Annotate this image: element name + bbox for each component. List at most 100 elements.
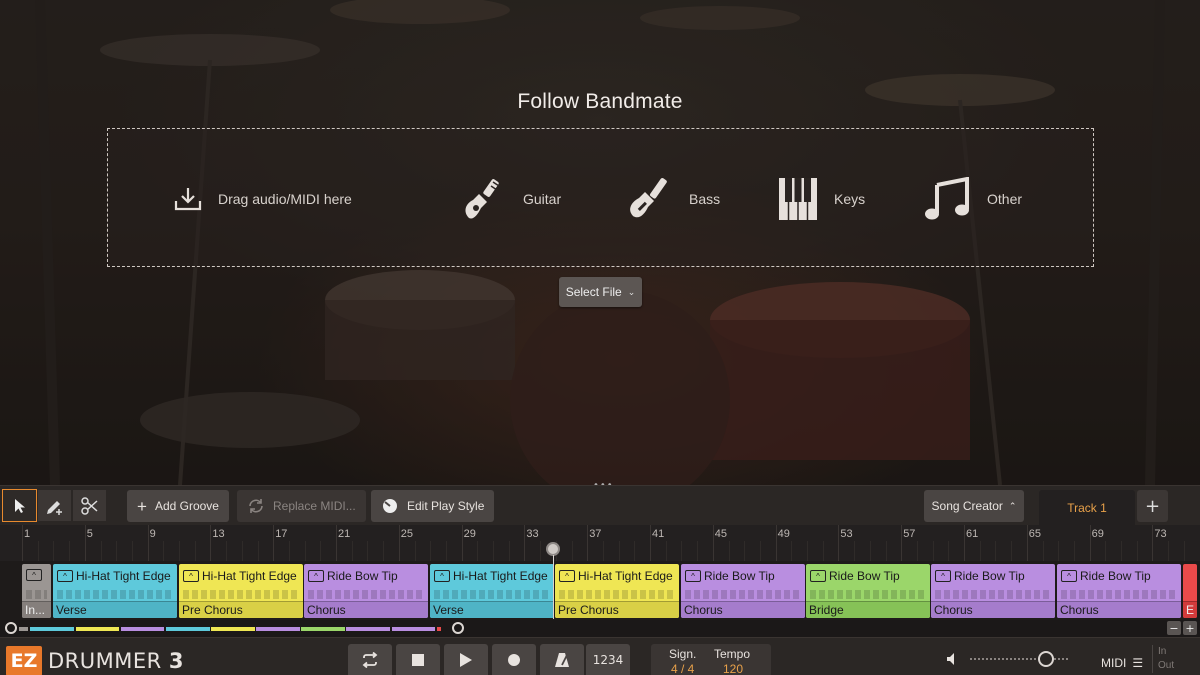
- volume-slider[interactable]: [970, 651, 1070, 667]
- zoom-in-button[interactable]: +: [1183, 621, 1197, 635]
- ruler-minor-tick: [241, 541, 243, 561]
- instrument-keys-button[interactable]: Keys: [778, 178, 865, 220]
- groove-clip[interactable]: ^ Hi-Hat Tight Edge Verse: [430, 564, 554, 618]
- drag-audio-midi-area[interactable]: Drag audio/MIDI here: [174, 179, 352, 219]
- groove-clip[interactable]: ^ Hi-Hat Tight Edge Pre Chorus: [555, 564, 679, 618]
- clip-collapse-icon[interactable]: ^: [434, 570, 450, 582]
- play-style-knob-icon: [383, 499, 397, 513]
- edit-tool-group: [2, 489, 107, 522]
- pointer-tool-button[interactable]: [2, 489, 37, 522]
- instrument-other-button[interactable]: Other: [923, 177, 1022, 220]
- clip-collapse-icon[interactable]: ^: [308, 570, 324, 582]
- song-overview-scrollbar[interactable]: − +: [0, 620, 1200, 637]
- overview-section-bar: [19, 627, 29, 631]
- replace-midi-button[interactable]: Replace MIDI...: [237, 490, 366, 522]
- play-button[interactable]: [444, 644, 488, 675]
- overview-section-bar: [436, 627, 441, 631]
- drum-track-lane[interactable]: ^ In... ^ Hi-Hat Tight Edge Verse ^ Hi-Hat Tig…: [0, 561, 1200, 620]
- track-tab[interactable]: Track 1: [1039, 490, 1135, 526]
- loop-button[interactable]: [348, 644, 392, 675]
- metronome-icon: [555, 653, 569, 667]
- zoom-out-button[interactable]: −: [1167, 621, 1181, 635]
- edit-play-style-label: Edit Play Style: [407, 499, 485, 513]
- instrument-guitar-button[interactable]: Guitar: [461, 179, 561, 219]
- clip-collapse-icon[interactable]: ^: [559, 570, 575, 582]
- groove-clip[interactable]: ^ Hi-Hat Tight Edge Pre Chorus: [179, 564, 303, 618]
- midi-label: MIDI: [1101, 656, 1127, 670]
- ruler-bar-number: 45: [714, 528, 728, 540]
- ruler-bar-number: 61: [966, 528, 979, 540]
- pencil-tool-button[interactable]: [37, 489, 72, 522]
- clip-header: ^ Ride Bow Tip: [935, 569, 1025, 583]
- volume-slider-knob[interactable]: [1038, 651, 1054, 667]
- instrument-bass-button[interactable]: Bass: [627, 178, 720, 219]
- ruler-minor-tick: [37, 541, 39, 561]
- ruler-minor-tick: [69, 541, 71, 561]
- clip-collapse-icon[interactable]: ^: [183, 570, 199, 582]
- clip-song-part-label[interactable]: Verse: [430, 601, 554, 618]
- ruler-minor-tick: [979, 541, 981, 561]
- overview-end-handle[interactable]: [452, 622, 464, 634]
- groove-clip[interactable]: ^ Ride Bow Tip Chorus: [681, 564, 805, 618]
- clip-song-part-label[interactable]: E: [1183, 601, 1197, 618]
- select-file-button[interactable]: Select File ⌄: [559, 277, 642, 307]
- song-creator-label: Song Creator: [931, 499, 1003, 513]
- clip-song-part-label[interactable]: Chorus: [304, 601, 428, 618]
- pointer-tool-icon: [14, 498, 25, 513]
- ruler-minor-tick: [1011, 541, 1013, 561]
- clip-song-part-label[interactable]: Bridge: [806, 601, 930, 618]
- add-track-button[interactable]: +: [1137, 490, 1168, 522]
- add-groove-label: Add Groove: [154, 499, 219, 513]
- ruler-bar-number: 33: [526, 528, 539, 540]
- metronome-button[interactable]: [540, 644, 584, 675]
- groove-clip[interactable]: ^ Ride Bow Tip Chorus: [931, 564, 1055, 618]
- record-button[interactable]: [492, 644, 536, 675]
- ruler-tick: [1152, 525, 1154, 561]
- clip-song-part-label[interactable]: Verse: [53, 601, 177, 618]
- overview-start-handle[interactable]: [5, 622, 17, 634]
- clip-song-part-label[interactable]: Chorus: [681, 601, 805, 618]
- ruler-minor-tick: [351, 541, 353, 561]
- clip-collapse-icon[interactable]: ^: [57, 570, 73, 582]
- groove-clip[interactable]: ^ In...: [22, 564, 51, 618]
- edit-play-style-button[interactable]: Edit Play Style: [371, 490, 495, 522]
- clip-collapse-icon[interactable]: ^: [685, 570, 701, 582]
- groove-clip[interactable]: ^ Ride Bow Tip Chorus: [1057, 564, 1181, 618]
- groove-clip[interactable]: ^ Ride Bow Tip Chorus: [304, 564, 428, 618]
- follow-bandmate-title: Follow Bandmate: [517, 90, 683, 113]
- count-in-button[interactable]: 1234: [586, 644, 630, 675]
- add-groove-button[interactable]: + Add Groove: [127, 490, 229, 522]
- clip-collapse-icon[interactable]: ^: [810, 570, 826, 582]
- clip-song-part-label[interactable]: Chorus: [1057, 601, 1181, 618]
- groove-clip[interactable]: E: [1183, 564, 1197, 618]
- audio-midi-dropzone[interactable]: Drag audio/MIDI here Guitar Bass Keys Ot…: [107, 128, 1094, 267]
- clip-collapse-icon[interactable]: ^: [935, 570, 951, 582]
- stop-button[interactable]: [396, 644, 440, 675]
- clip-midi-notes: [434, 590, 550, 599]
- volume-slider-track: [970, 658, 1070, 660]
- ruler-tick: [84, 525, 86, 561]
- ruler-bar-number: 69: [1091, 528, 1104, 540]
- clip-midi-notes: [810, 590, 926, 599]
- playhead-handle[interactable]: [546, 542, 560, 556]
- signature-tempo-display[interactable]: Sign. 4 / 4 Tempo 120: [651, 644, 771, 675]
- ruler-tick: [650, 525, 651, 561]
- clip-song-part-label[interactable]: Pre Chorus: [179, 601, 303, 618]
- tempo-value[interactable]: 120: [723, 662, 743, 675]
- groove-clip[interactable]: ^ Hi-Hat Tight Edge Verse: [53, 564, 177, 618]
- overview-section-bar: [210, 627, 255, 631]
- ruler-tick: [838, 525, 840, 561]
- clip-collapse-icon[interactable]: ^: [1061, 570, 1077, 582]
- clip-song-part-label[interactable]: In...: [22, 601, 51, 618]
- ruler-bar-number: 65: [1028, 528, 1042, 540]
- clip-collapse-icon[interactable]: ^: [26, 569, 42, 581]
- scissors-tool-button[interactable]: [72, 489, 107, 522]
- groove-clip[interactable]: ^ Ride Bow Tip Bridge: [806, 564, 930, 618]
- clip-song-part-label[interactable]: Chorus: [931, 601, 1055, 618]
- clip-song-part-label[interactable]: Pre Chorus: [555, 601, 679, 618]
- clip-midi-notes: [559, 590, 675, 599]
- signature-value[interactable]: 4 / 4: [671, 662, 694, 675]
- timeline-ruler[interactable]: 1 5 9 13 17 21 25 29 33 37 41 45 49 53 57 61 65 69 73: [0, 525, 1200, 561]
- song-creator-button[interactable]: Song Creator ⌃: [924, 490, 1024, 522]
- midi-menu-button[interactable]: MIDI ☰: [1101, 656, 1143, 670]
